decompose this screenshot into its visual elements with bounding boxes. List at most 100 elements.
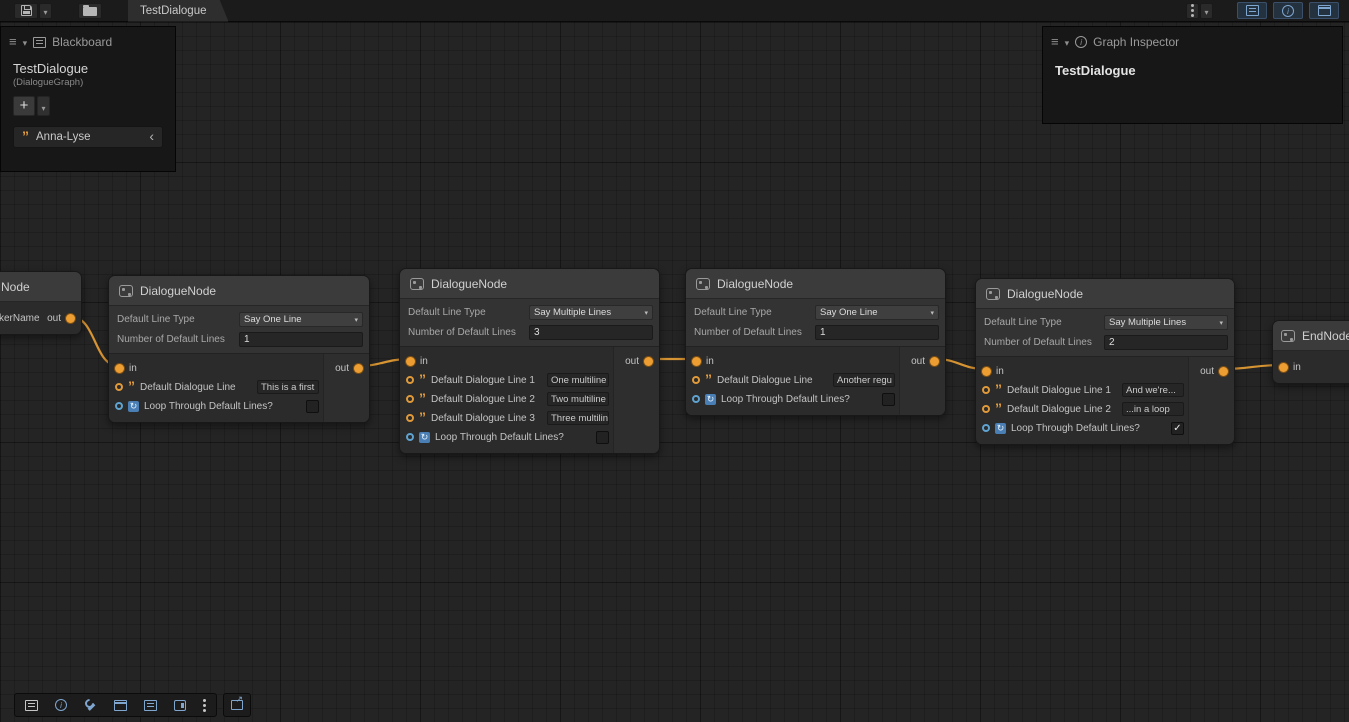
dialogue-line-field[interactable]: Three multilin xyxy=(547,411,609,425)
in-port-label: in xyxy=(129,363,137,374)
port-row: in xyxy=(692,352,895,370)
blackboard-header[interactable]: Blackboard xyxy=(1,27,175,55)
inspector-header[interactable]: Graph Inspector xyxy=(1043,27,1342,55)
quote-icon xyxy=(995,381,1002,399)
out-port[interactable] xyxy=(1219,367,1228,376)
dialogue-line-port[interactable] xyxy=(406,395,414,403)
out-port[interactable] xyxy=(66,314,75,323)
chevron-left-icon[interactable] xyxy=(149,128,154,146)
chevron-down-icon[interactable] xyxy=(1065,33,1070,51)
port-row: Loop Through Default Lines? xyxy=(115,397,319,415)
property-row: Default Line Type Say Multiple Lines xyxy=(982,314,1228,331)
dialogue-node-1[interactable]: DialogueNode Default Line Type Say One L… xyxy=(108,275,370,423)
node-title-bar[interactable]: DialogueNode xyxy=(976,279,1234,309)
port-row: out xyxy=(335,359,363,377)
add-property-button[interactable]: + xyxy=(13,96,35,116)
dialogue-line-port[interactable] xyxy=(692,376,700,384)
property-row: Number of Default Lines 2 xyxy=(982,334,1228,351)
node-properties: Default Line Type Say One Line Number of… xyxy=(109,306,369,354)
dialogue-line-port[interactable] xyxy=(406,376,414,384)
node-body: in xyxy=(1273,351,1349,383)
dialogue-line-field[interactable]: ...in a loop xyxy=(1122,402,1184,416)
save-button[interactable] xyxy=(14,3,38,19)
loop-label: Loop Through Default Lines? xyxy=(1011,423,1140,434)
add-property-dropdown[interactable] xyxy=(37,96,50,116)
speaker-node-partial[interactable]: Node kerName out xyxy=(0,271,82,335)
dialogue-line-field[interactable]: Another regu xyxy=(833,373,895,387)
loop-checkbox[interactable] xyxy=(596,431,609,444)
dialogue-line-field[interactable]: This is a first xyxy=(257,380,319,394)
loop-port[interactable] xyxy=(982,424,990,432)
dialogue-button[interactable] xyxy=(174,700,186,711)
tab-testdialogue[interactable]: TestDialogue xyxy=(128,0,228,22)
inspector-title: Graph Inspector xyxy=(1093,35,1179,49)
num-lines-field[interactable]: 1 xyxy=(815,325,939,340)
chevron-down-icon xyxy=(354,314,358,325)
node-title-bar[interactable]: DialogueNode xyxy=(400,269,659,299)
in-port[interactable] xyxy=(982,367,991,376)
dialogue-line-label: Default Dialogue Line 2 xyxy=(431,394,535,405)
quote-icon xyxy=(22,128,29,146)
in-port[interactable] xyxy=(692,357,701,366)
dialogue-line-port[interactable] xyxy=(406,414,414,422)
line-type-dropdown[interactable]: Say Multiple Lines xyxy=(529,305,653,320)
tools-button[interactable] xyxy=(84,699,97,711)
loop-checkbox[interactable] xyxy=(306,400,319,413)
line-type-dropdown[interactable]: Say One Line xyxy=(815,305,939,320)
window-button[interactable] xyxy=(114,700,127,711)
num-lines-field[interactable]: 3 xyxy=(529,325,653,340)
out-port[interactable] xyxy=(644,357,653,366)
chevron-down-icon[interactable] xyxy=(23,33,28,51)
loop-checkbox[interactable] xyxy=(882,393,895,406)
node-title-bar[interactable]: EndNode xyxy=(1273,321,1349,351)
in-port[interactable] xyxy=(115,364,124,373)
dialogue-node-2[interactable]: DialogueNode Default Line Type Say Multi… xyxy=(399,268,660,454)
loop-port[interactable] xyxy=(692,395,700,403)
blackboard-toggle[interactable] xyxy=(1237,2,1267,19)
in-port[interactable] xyxy=(406,357,415,366)
input-ports: in Default Dialogue Line 1 One multiline… xyxy=(400,347,613,453)
dialogue-line-field[interactable]: Two multiline xyxy=(547,392,609,406)
end-node[interactable]: EndNode in xyxy=(1272,320,1349,384)
node-icon xyxy=(119,285,133,297)
out-port[interactable] xyxy=(930,357,939,366)
open-folder-button[interactable] xyxy=(78,3,102,19)
open-external-button[interactable] xyxy=(223,693,251,717)
node-icon xyxy=(696,278,710,290)
save-options-button[interactable] xyxy=(39,3,52,19)
node-title-bar[interactable]: DialogueNode xyxy=(109,276,369,306)
num-lines-field[interactable]: 2 xyxy=(1104,335,1228,350)
dialogue-line-field[interactable]: And we're... xyxy=(1122,383,1184,397)
in-port[interactable] xyxy=(1279,363,1288,372)
loop-port[interactable] xyxy=(115,402,123,410)
inspector-toggle[interactable] xyxy=(1273,2,1303,19)
board-button[interactable] xyxy=(144,700,157,711)
dialogue-line-port[interactable] xyxy=(115,383,123,391)
loop-port[interactable] xyxy=(406,433,414,441)
property-row: Number of Default Lines 3 xyxy=(406,324,653,341)
dialogue-line-field[interactable]: One multiline xyxy=(547,373,609,387)
more-button[interactable] xyxy=(203,704,206,707)
node-title-bar[interactable]: DialogueNode xyxy=(686,269,945,299)
dialogue-node-4[interactable]: DialogueNode Default Line Type Say Multi… xyxy=(975,278,1235,445)
dropdown-value: Say One Line xyxy=(244,314,302,325)
out-port[interactable] xyxy=(354,364,363,373)
loop-icon xyxy=(419,432,430,443)
num-lines-field[interactable]: 1 xyxy=(239,332,363,347)
graph-canvas[interactable]: Node kerName out DialogueNode Default Li… xyxy=(0,22,1349,722)
more-options-dropdown[interactable] xyxy=(1200,3,1213,19)
inspector-button[interactable] xyxy=(55,699,67,711)
loop-checkbox[interactable]: ✓ xyxy=(1171,422,1184,435)
line-type-dropdown[interactable]: Say One Line xyxy=(239,312,363,327)
dialogue-line-port[interactable] xyxy=(982,405,990,413)
more-options-button[interactable] xyxy=(1186,3,1199,19)
blackboard-field-anna-lyse[interactable]: Anna-Lyse xyxy=(13,126,163,148)
blackboard-list-button[interactable] xyxy=(25,700,38,711)
dialogue-node-3[interactable]: DialogueNode Default Line Type Say One L… xyxy=(685,268,946,416)
info-icon xyxy=(1075,36,1087,48)
dialogue-line-port[interactable] xyxy=(982,386,990,394)
node-title-bar[interactable]: Node xyxy=(0,272,81,302)
folder-icon xyxy=(83,7,97,16)
minimap-toggle[interactable] xyxy=(1309,2,1339,19)
line-type-dropdown[interactable]: Say Multiple Lines xyxy=(1104,315,1228,330)
